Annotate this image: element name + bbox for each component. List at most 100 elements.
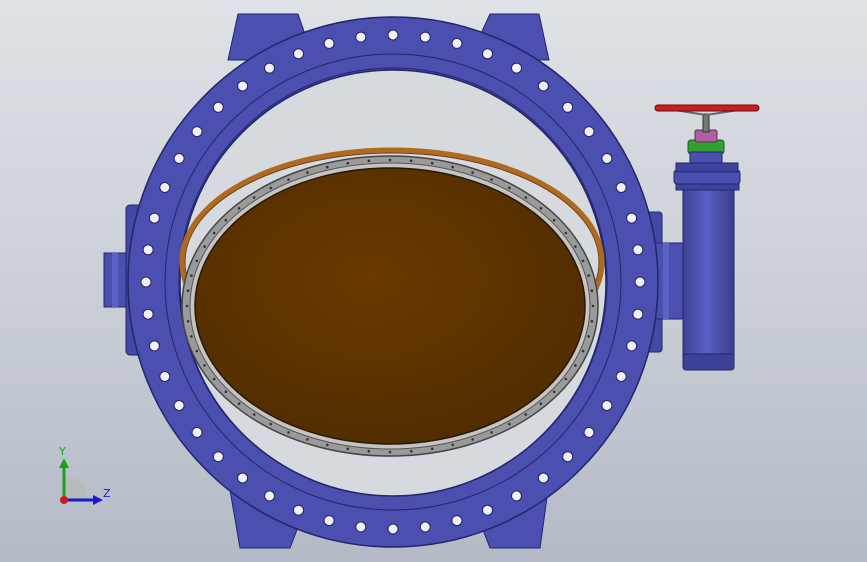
bolt-hole [615, 371, 627, 382]
gasket-bolt [490, 431, 493, 434]
gasket-bolt [190, 274, 193, 277]
gasket-bolt [587, 274, 590, 277]
gasket-bolt [552, 390, 556, 394]
bolt-hole [173, 153, 185, 164]
bolt-hole [482, 48, 493, 60]
gasket-bolt [430, 447, 434, 451]
gasket-bolt [367, 449, 371, 453]
gasket-bolt [367, 159, 371, 163]
gasket-bolt [587, 335, 590, 338]
gasket-bolt [252, 196, 256, 199]
bolt-hole [142, 244, 154, 256]
gasket-bolt [590, 320, 594, 323]
bolt-hole [264, 62, 275, 74]
gasket-bolt [524, 196, 528, 199]
gasket-bolt [346, 447, 350, 451]
bolt-hole [148, 212, 160, 224]
bolt-hole [451, 37, 463, 49]
bolt-hole [159, 182, 171, 193]
gasket-bolt [203, 364, 206, 367]
gasket-bolt [326, 165, 329, 169]
bolt-hole [142, 308, 154, 320]
bolt-hole [293, 48, 304, 60]
bolt-hole [451, 515, 463, 527]
handwheel[interactable] [654, 104, 760, 112]
y-axis-label: Y [58, 445, 66, 458]
gasket-bolt [590, 289, 594, 293]
valve-disc [194, 167, 586, 445]
gasket-bolt [195, 259, 199, 263]
gasket-bolt [539, 402, 543, 406]
gasket-bolt [224, 218, 228, 222]
bolt-hole [191, 126, 203, 138]
gasket-bolt [185, 304, 189, 308]
gasket-bolt [451, 443, 455, 447]
gasket-bolt [346, 161, 350, 165]
bolt-hole [212, 451, 224, 463]
bolt-hole [632, 244, 644, 256]
bolt-hole [355, 31, 367, 43]
gasket-bolt [471, 171, 474, 174]
bolt-hole [173, 400, 185, 411]
gasket-bolt [552, 218, 556, 222]
bolt-hole [537, 472, 549, 484]
bolt-hole [583, 426, 595, 438]
gasket-bolt [388, 450, 392, 454]
bolt-hole [140, 276, 152, 288]
gasket-bolt [508, 186, 511, 190]
gasket-bolt [190, 335, 193, 338]
bolt-hole [537, 80, 549, 92]
bolt-hole [626, 212, 638, 224]
gasket-bolt [287, 431, 290, 434]
bolt-hole [355, 521, 367, 533]
bolt-hole [601, 153, 613, 164]
bolt-hole [387, 523, 399, 535]
gasket-bolt [252, 413, 256, 416]
actuator-housing [682, 185, 735, 371]
bolt-hole [615, 182, 627, 193]
bolt-hole [237, 472, 249, 484]
gasket-bolt [574, 364, 577, 367]
triad-origin [60, 496, 68, 504]
gasket-bolt [186, 320, 190, 323]
gasket-bolt [269, 422, 273, 426]
gasket-bolt [224, 390, 228, 394]
gasket-bolt [508, 422, 511, 426]
bolt-hole [583, 126, 595, 138]
gasket-bolt [524, 413, 528, 416]
bolt-hole [148, 340, 160, 352]
gasket-bolt [212, 377, 216, 381]
gasket-bolt [471, 438, 474, 441]
gasket-bolt [237, 207, 241, 210]
gasket-bolt [581, 349, 585, 353]
gasket-bolt [564, 231, 568, 235]
gasket-bolt [237, 402, 241, 406]
gear-actuator [654, 104, 760, 371]
bolt-hole [419, 31, 431, 43]
graphics-viewport[interactable]: Y Z [0, 0, 867, 562]
bolt-hole [482, 504, 493, 516]
bolt-hole [634, 276, 646, 288]
bolt-hole [632, 308, 644, 320]
gasket-bolt [490, 178, 493, 181]
gasket-bolt [581, 259, 585, 263]
gasket-bolt [212, 231, 216, 235]
bolt-hole [323, 37, 335, 49]
coordinate-triad: Y Z [58, 445, 111, 505]
gasket-bolt [591, 304, 595, 308]
gasket-bolt [409, 449, 413, 453]
gasket-bolt [287, 178, 290, 181]
bolt-hole [387, 29, 399, 41]
gasket-bolt [326, 443, 329, 447]
bolt-hole [191, 426, 203, 438]
gasket-bolt [388, 158, 392, 162]
gasket-bolt [451, 165, 455, 169]
bolt-hole [511, 62, 522, 74]
gasket-bolt [306, 171, 309, 174]
valve-model-view[interactable]: Y Z [0, 0, 867, 562]
gasket-bolt [564, 377, 568, 381]
bolt-hole [419, 521, 431, 533]
bolt-hole [626, 340, 638, 352]
gasket-bolt [430, 161, 434, 165]
bolt-hole [511, 490, 522, 502]
